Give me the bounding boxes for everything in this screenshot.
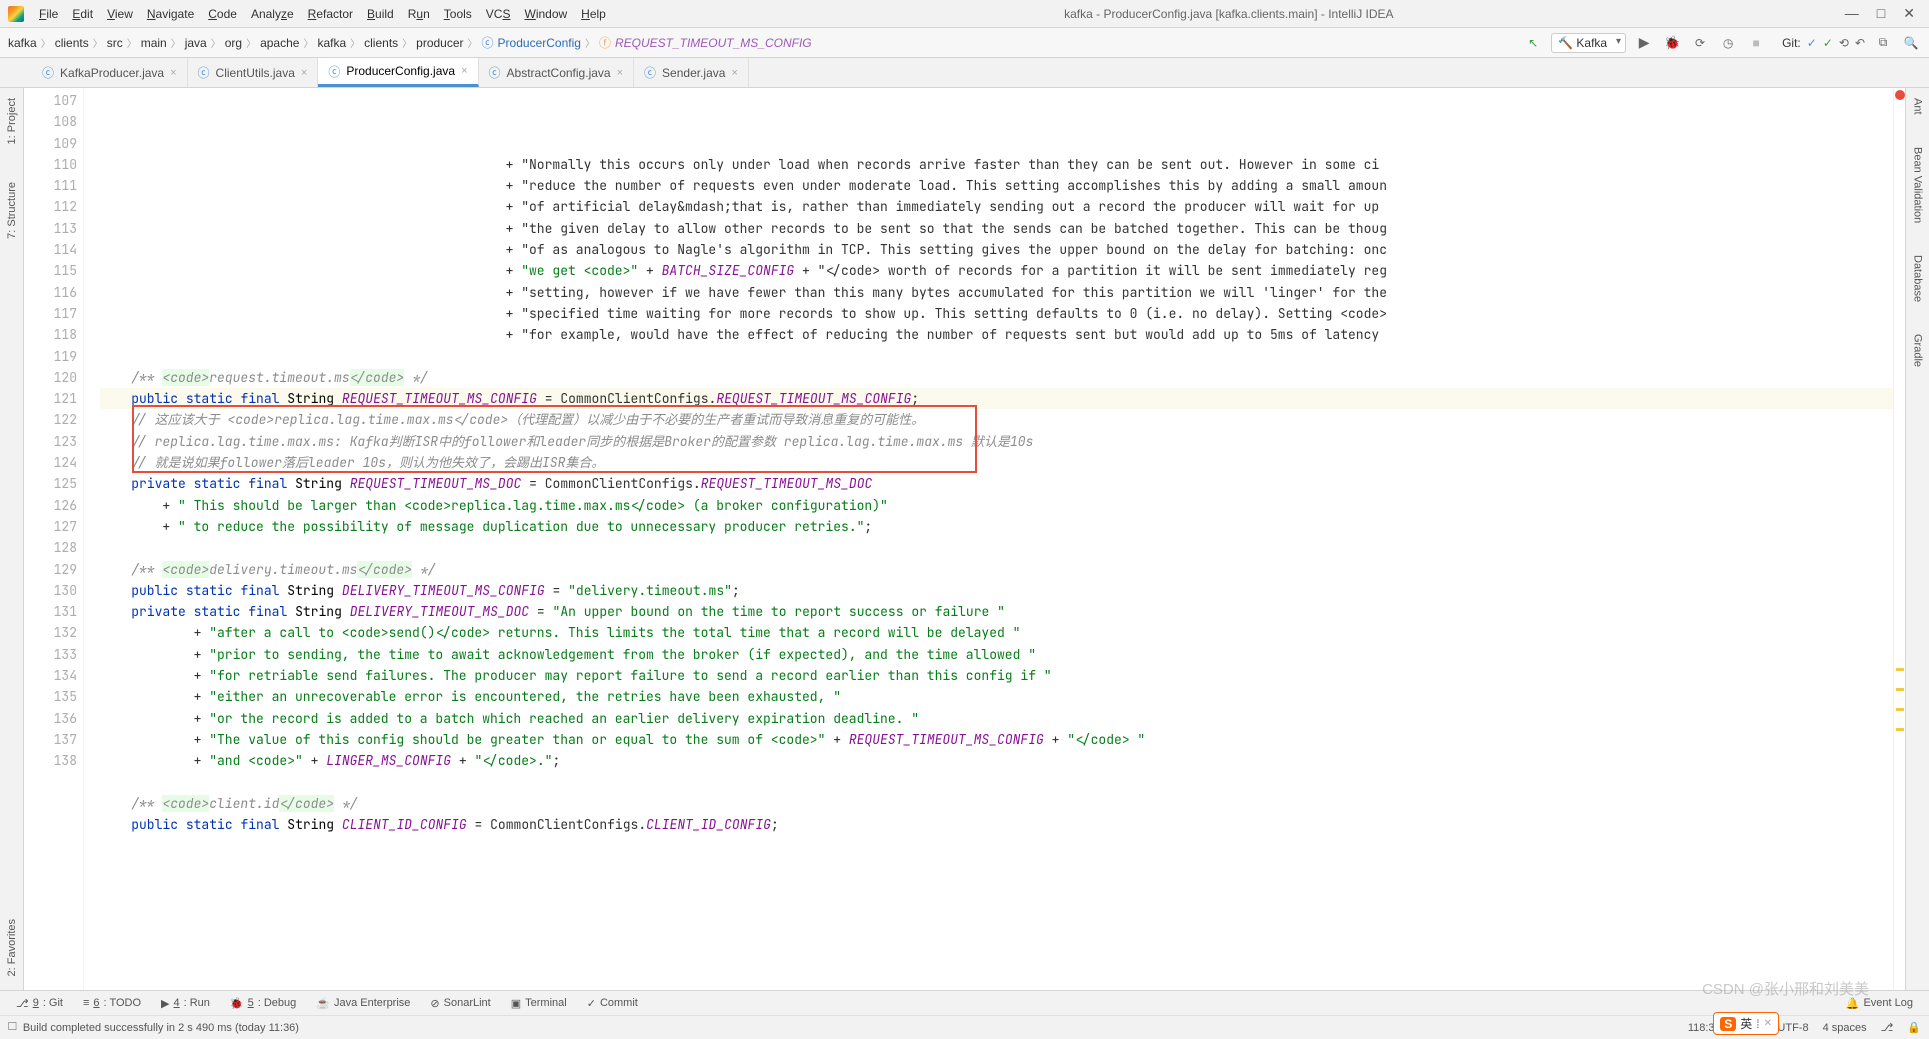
menu-run[interactable]: Run xyxy=(401,4,437,24)
close-icon[interactable]: × xyxy=(731,67,737,79)
git-commit-icon[interactable]: ✓ xyxy=(1823,36,1833,50)
statusbar: 🞎 Build completed successfully in 2 s 49… xyxy=(0,1015,1929,1039)
warn-marker[interactable] xyxy=(1896,708,1904,711)
toolwindow-terminal[interactable]: ▣ Terminal xyxy=(503,995,575,1012)
crumb[interactable]: java xyxy=(185,36,207,50)
file-encoding[interactable]: UTF-8 xyxy=(1777,1022,1808,1034)
git-update-icon[interactable]: ✓ xyxy=(1807,36,1817,50)
crumb[interactable]: producer xyxy=(416,36,463,50)
navbar: kafka〉 clients〉 src〉 main〉 java〉 org〉 ap… xyxy=(0,28,1929,58)
menu-navigate[interactable]: Navigate xyxy=(140,4,201,24)
tab-sender[interactable]: ⓒSender.java× xyxy=(634,58,749,87)
fold-strip[interactable] xyxy=(84,88,100,990)
menu-edit[interactable]: Edit xyxy=(65,4,100,24)
toolwindow-structure[interactable]: 7: Structure xyxy=(6,178,18,243)
search-icon[interactable]: 🔍 xyxy=(1901,33,1921,53)
run-config-select[interactable]: 🔨 Kafka xyxy=(1551,33,1626,53)
crumb[interactable]: clients xyxy=(364,36,398,50)
right-toolwindow-bar: Ant Bean Validation Database Gradle xyxy=(1905,88,1929,990)
coverage-icon[interactable]: ⟳ xyxy=(1690,33,1710,53)
toolwindow-run[interactable]: ▶ 4: Run xyxy=(153,995,218,1012)
tab-producerconfig[interactable]: ⓒProducerConfig.java× xyxy=(318,58,478,87)
watermark: CSDN @张小邢和刘美美 xyxy=(1702,978,1869,999)
close-icon[interactable]: ✕ xyxy=(1903,5,1915,22)
menu-build[interactable]: Build xyxy=(360,4,401,24)
left-toolwindow-bar: 1: Project 7: Structure 2: Favorites xyxy=(0,88,24,990)
crumb[interactable]: src xyxy=(107,36,123,50)
toolwindow-database[interactable]: Database xyxy=(1912,251,1924,306)
code-area[interactable]: + "Normally this occurs only under load … xyxy=(100,88,1893,990)
status-message: Build completed successfully in 2 s 490 … xyxy=(23,1022,1688,1034)
warn-marker[interactable] xyxy=(1896,728,1904,731)
toolwindow-debug[interactable]: 🐞 5: Debug xyxy=(222,995,304,1012)
toolwindow-commit[interactable]: ✓ Commit xyxy=(579,995,646,1012)
crumb[interactable]: org xyxy=(225,36,242,50)
menu-code[interactable]: Code xyxy=(201,4,244,24)
indent-setting[interactable]: 4 spaces xyxy=(1823,1022,1867,1034)
ime-badge: S英⁞✕ xyxy=(1713,1012,1779,1035)
toolwindow-todo[interactable]: ≡ 6: TODO xyxy=(75,995,149,1011)
menu-window[interactable]: Window xyxy=(517,4,574,24)
warn-marker[interactable] xyxy=(1896,668,1904,671)
error-marker-icon[interactable] xyxy=(1895,90,1905,100)
menu-file[interactable]: File xyxy=(32,4,65,24)
git-label: Git: xyxy=(1782,36,1801,50)
crumb-field[interactable]: REQUEST_TIMEOUT_MS_CONFIG xyxy=(615,36,812,50)
branch-icon[interactable]: ⎇ xyxy=(1881,1021,1894,1034)
stop-icon[interactable]: ■ xyxy=(1746,33,1766,53)
close-icon[interactable]: × xyxy=(617,67,623,79)
bottom-toolbindow-bar: ⎇ 9: Git ≡ 6: TODO ▶ 4: Run 🐞 5: Debug ☕… xyxy=(0,990,1929,1015)
menubar: File Edit View Navigate Code Analyze Ref… xyxy=(0,0,1929,28)
menu-vcs[interactable]: VCS xyxy=(479,4,518,24)
menu-refactor[interactable]: Refactor xyxy=(301,4,360,24)
crumb-class[interactable]: ProducerConfig xyxy=(498,36,581,50)
toolwindow-gradle[interactable]: Gradle xyxy=(1912,330,1924,371)
warn-marker[interactable] xyxy=(1896,688,1904,691)
tab-kafkaproducer[interactable]: ⓒKafkaProducer.java× xyxy=(32,58,188,87)
menu-tools[interactable]: Tools xyxy=(437,4,479,24)
toolwindow-git[interactable]: ⎇ 9: Git xyxy=(8,995,71,1012)
toolwindow-beanvalidation[interactable]: Bean Validation xyxy=(1912,143,1924,227)
toolwindow-favorites[interactable]: 2: Favorites xyxy=(6,915,18,980)
tab-clientutils[interactable]: ⓒClientUtils.java× xyxy=(188,58,319,87)
toolwindow-javaee[interactable]: ☕ Java Enterprise xyxy=(308,995,418,1012)
close-icon[interactable]: × xyxy=(461,65,467,77)
status-tool-icon[interactable]: 🞎 xyxy=(8,1021,17,1034)
minimize-icon[interactable]: — xyxy=(1845,5,1859,22)
menu-view[interactable]: View xyxy=(100,4,140,24)
back-icon[interactable]: ↖ xyxy=(1523,33,1543,53)
window-title: kafka - ProducerConfig.java [kafka.clien… xyxy=(613,7,1845,21)
close-icon[interactable]: × xyxy=(301,67,307,79)
git-revert-icon[interactable]: ↶ xyxy=(1855,36,1865,50)
toolwindow-project[interactable]: 1: Project xyxy=(6,94,18,148)
crumb[interactable]: clients xyxy=(55,36,89,50)
close-icon[interactable]: × xyxy=(170,67,176,79)
debug-icon[interactable]: 🐞 xyxy=(1662,33,1682,53)
toolwindow-sonarlint[interactable]: ⊘ SonarLint xyxy=(422,995,498,1012)
lock-icon[interactable]: 🔒 xyxy=(1907,1021,1921,1034)
maximize-icon[interactable]: □ xyxy=(1877,5,1885,22)
line-gutter[interactable]: 1071081091101111121131141151161171181191… xyxy=(24,88,84,990)
tab-abstractconfig[interactable]: ⓒAbstractConfig.java× xyxy=(479,58,635,87)
error-stripe[interactable] xyxy=(1893,88,1905,990)
toolwindow-ant[interactable]: Ant xyxy=(1912,94,1924,119)
crumb[interactable]: kafka xyxy=(317,36,346,50)
crumb[interactable]: apache xyxy=(260,36,299,50)
menu-help[interactable]: Help xyxy=(574,4,613,24)
app-logo-icon xyxy=(8,6,24,22)
editor-tabs: ⓒKafkaProducer.java× ⓒClientUtils.java× … xyxy=(0,58,1929,88)
git-history-icon[interactable]: ⟲ xyxy=(1839,36,1849,50)
run-icon[interactable]: ▶ xyxy=(1634,33,1654,53)
crumb[interactable]: main xyxy=(141,36,167,50)
profile-icon[interactable]: ◷ xyxy=(1718,33,1738,53)
editor: 1: Project 7: Structure 2: Favorites 107… xyxy=(0,88,1929,990)
hierarchy-icon[interactable]: ⧉ xyxy=(1873,33,1893,53)
crumb[interactable]: kafka xyxy=(8,36,37,50)
menu-analyze[interactable]: Analyze xyxy=(244,4,301,24)
